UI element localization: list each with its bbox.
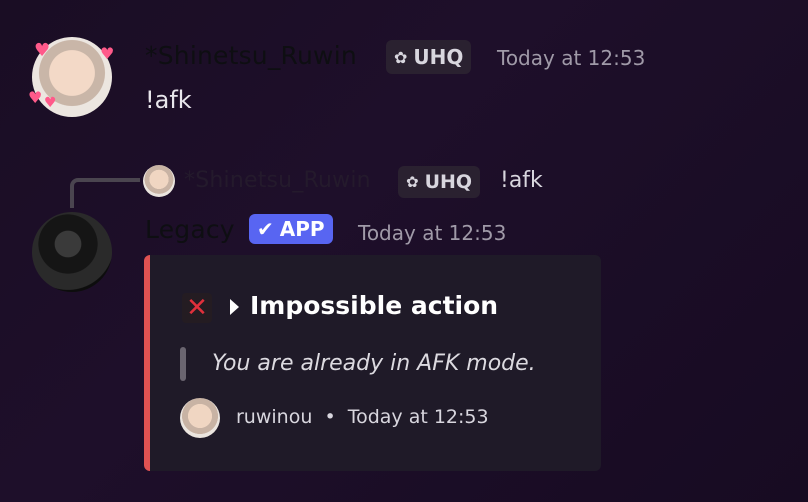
heart-icon: ♥ [34, 40, 51, 61]
paw-icon: ✿ [394, 47, 408, 67]
embed-card: ✕ Impossible action You are already in A… [144, 255, 601, 471]
heart-icon: ♥ [28, 88, 43, 107]
footer-separator: • [324, 406, 336, 428]
reply-server-tag-badge[interactable]: ✿ UHQ [398, 166, 481, 198]
bot-username[interactable]: Legacy [145, 215, 235, 244]
server-tag-badge[interactable]: ✿ UHQ [386, 40, 472, 74]
reply-content[interactable]: !afk [500, 168, 543, 193]
heart-icon: ♥ [100, 44, 115, 63]
paw-icon: ✿ [406, 173, 419, 191]
embed-title: Impossible action [250, 291, 499, 320]
reply-username[interactable]: *Shinetsu_Ruwin [184, 168, 371, 193]
heart-icon: ♥ [44, 95, 57, 111]
badge-label: UHQ [424, 171, 473, 193]
reply-avatar[interactable] [143, 165, 175, 197]
message-timestamp: Today at 12:53 [358, 221, 507, 245]
caret-right-icon [230, 299, 239, 315]
badge-label: UHQ [413, 45, 464, 69]
footer-time: Today at 12:53 [347, 406, 489, 428]
message-content: !afk [145, 86, 192, 114]
reply-connector [70, 178, 140, 208]
embed-description: You are already in AFK mode. [212, 351, 536, 376]
footer-user: ruwinou [236, 406, 313, 428]
app-badge: ✔ APP [249, 214, 333, 244]
quote-bar [180, 347, 186, 381]
message-username[interactable]: *Shinetsu_Ruwin [145, 41, 357, 70]
checkmark-icon: ✔ [257, 217, 274, 241]
badge-label: APP [279, 217, 325, 241]
footer-avatar [180, 398, 220, 438]
cross-mark-icon: ✕ [182, 293, 212, 323]
bot-avatar[interactable] [32, 212, 112, 292]
message-timestamp: Today at 12:53 [497, 46, 646, 70]
embed-footer: ruwinou • Today at 12:53 [236, 406, 489, 428]
